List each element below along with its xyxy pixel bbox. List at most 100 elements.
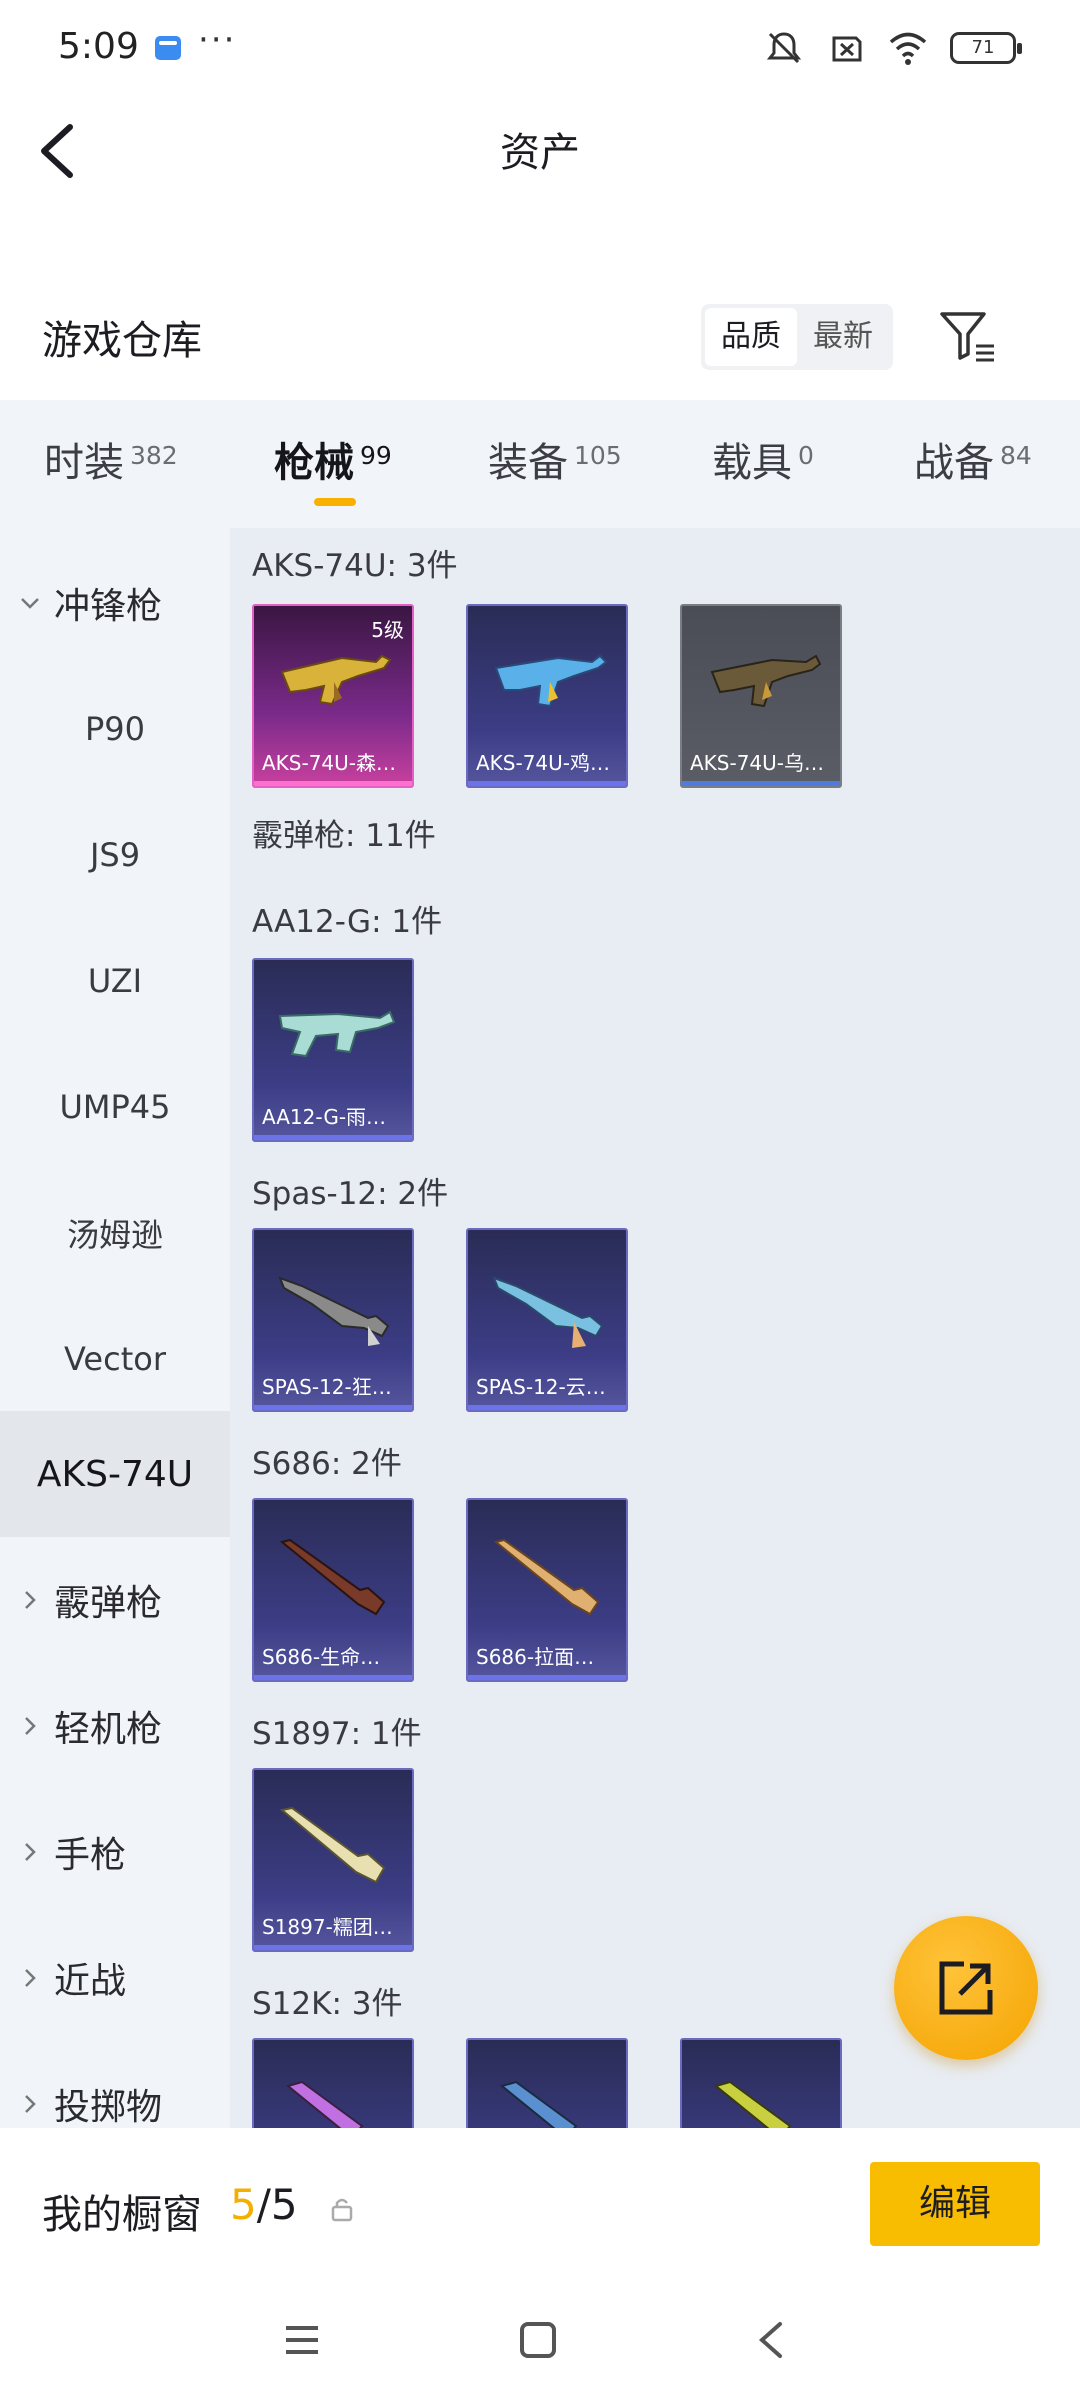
wifi-icon xyxy=(889,32,927,65)
showcase-title: 我的橱窗 xyxy=(42,2192,202,2238)
weapon-card[interactable]: S686-生命… xyxy=(252,1498,414,1682)
weapon-name: S1897-糯团… xyxy=(262,1915,393,1939)
weapon-name: AKS-74U-森… xyxy=(262,751,397,775)
showcase-count: 5/5 xyxy=(230,2180,298,2229)
active-tab-indicator xyxy=(314,498,356,506)
chevron-right-icon xyxy=(25,1717,36,1735)
weapon-card[interactable] xyxy=(252,2038,414,2128)
sidebar-category-melee[interactable]: 近战 xyxy=(0,1915,230,2041)
warehouse-title: 游戏仓库 xyxy=(42,318,202,364)
weapon-name: S686-生命… xyxy=(262,1645,381,1669)
tab-supplies[interactable]: 战备 84 xyxy=(914,430,1032,488)
back-icon[interactable] xyxy=(748,2316,796,2364)
sidebar-item-vector[interactable]: Vector xyxy=(0,1296,230,1422)
weapon-name: SPAS-12-云… xyxy=(476,1375,606,1399)
tab-label: 装备 xyxy=(488,440,568,486)
weapon-icon xyxy=(279,1806,386,1884)
tab-count: 84 xyxy=(1000,441,1032,470)
filter-icon[interactable] xyxy=(938,308,998,364)
share-icon xyxy=(939,1961,993,2015)
category-tabs: 时装 382 枪械 99 装备 105 载具 0 战备 84 xyxy=(0,400,1080,528)
sidebar-item-aks74u[interactable]: AKS-74U xyxy=(0,1411,230,1537)
weapon-card[interactable]: 5级 AKS-74U-森… xyxy=(252,604,414,788)
weapon-icon xyxy=(285,2080,364,2128)
tab-vehicles[interactable]: 载具 0 xyxy=(712,430,814,488)
tab-firearms[interactable]: 枪械 99 xyxy=(274,430,392,488)
weapon-card[interactable] xyxy=(466,2038,628,2128)
section-heading: S1897: 1件 xyxy=(252,1716,422,1752)
chevron-right-icon xyxy=(25,1843,36,1861)
chevron-down-icon xyxy=(21,598,39,609)
weapon-card[interactable]: S686-拉面… xyxy=(466,1498,628,1682)
home-icon[interactable] xyxy=(514,2316,562,2364)
app-notification-icon xyxy=(155,36,181,60)
chevron-right-icon xyxy=(25,1969,36,1987)
tab-equipment[interactable]: 装备 105 xyxy=(488,430,622,488)
sidebar-item-label: 近战 xyxy=(54,1961,127,2002)
weapon-card[interactable] xyxy=(680,2038,842,2128)
weapon-icon xyxy=(278,1010,396,1058)
tab-count: 0 xyxy=(798,441,814,470)
mute-icon xyxy=(766,32,802,64)
system-nav-bar xyxy=(0,2280,1080,2400)
weapon-name: SPAS-12-狂… xyxy=(262,1375,392,1399)
sidebar-item-label: 手枪 xyxy=(54,1835,127,1876)
sidebar-item-label: 冲锋枪 xyxy=(54,586,163,627)
chevron-right-icon xyxy=(25,2095,36,2113)
lock-icon xyxy=(331,2198,353,2222)
sort-by-newest[interactable]: 最新 xyxy=(797,308,889,366)
weapon-card[interactable]: AA12-G-雨… xyxy=(252,958,414,1142)
sidebar-item-p90[interactable]: P90 xyxy=(0,666,230,792)
more-notifications-icon: ··· xyxy=(198,20,237,60)
weapon-name: AKS-74U-乌… xyxy=(690,751,825,775)
sidebar-item-js9[interactable]: JS9 xyxy=(0,792,230,918)
page-title: 资产 xyxy=(500,130,580,176)
tab-label: 时装 xyxy=(44,440,124,486)
sidebar-category-shotgun[interactable]: 霰弹枪 xyxy=(0,1537,230,1663)
sidebar-item-thompson[interactable]: 汤姆逊 xyxy=(0,1170,230,1296)
weapon-card[interactable]: S1897-糯团… xyxy=(252,1768,414,1952)
sidebar-item-ump45[interactable]: UMP45 xyxy=(0,1044,230,1170)
weapon-icon xyxy=(278,1276,390,1346)
tab-fashion[interactable]: 时装 382 xyxy=(44,430,178,488)
tab-count: 99 xyxy=(360,441,392,470)
weapon-card[interactable]: AKS-74U-鸡… xyxy=(466,604,628,788)
weapon-grid: AKS-74U: 3件 5级 AKS-74U-森… AKS-74U-鸡… AKS… xyxy=(230,528,1080,2128)
sim-off-icon xyxy=(832,36,862,62)
tab-count: 105 xyxy=(574,441,622,470)
weapon-name: AA12-G-雨… xyxy=(262,1105,387,1129)
sort-toggle: 品质 最新 xyxy=(701,304,893,370)
weapon-icon xyxy=(492,1276,604,1348)
section-heading: AA12-G: 1件 xyxy=(252,904,443,940)
section-heading: S686: 2件 xyxy=(252,1446,402,1482)
section-heading: 霰弹枪: 11件 xyxy=(252,818,436,854)
section-heading: AKS-74U: 3件 xyxy=(252,548,458,584)
weapon-icon xyxy=(279,1538,386,1616)
weapon-card[interactable]: SPAS-12-狂… xyxy=(252,1228,414,1412)
sort-by-quality[interactable]: 品质 xyxy=(705,308,797,366)
weapon-icon xyxy=(499,2080,578,2128)
share-button[interactable] xyxy=(894,1916,1038,2060)
sidebar-category-smg[interactable]: 冲锋枪 xyxy=(0,540,230,666)
weapon-name: S686-拉面… xyxy=(476,1645,595,1669)
sidebar-item-uzi[interactable]: UZI xyxy=(0,918,230,1044)
section-heading: S12K: 3件 xyxy=(252,1986,403,2022)
weapon-icon xyxy=(710,654,822,708)
weapon-icon xyxy=(494,654,608,708)
sidebar-category-lmg[interactable]: 轻机枪 xyxy=(0,1663,230,1789)
sidebar-item-label: 轻机枪 xyxy=(54,1709,163,1750)
sidebar-item-label: 投掷物 xyxy=(54,2087,163,2128)
sidebar-category-pistol[interactable]: 手枪 xyxy=(0,1789,230,1915)
weapon-icon xyxy=(713,2080,792,2128)
tab-count: 382 xyxy=(130,441,178,470)
menu-icon[interactable] xyxy=(278,2316,326,2364)
tab-label: 载具 xyxy=(712,440,792,486)
sidebar-item-label: 霰弹枪 xyxy=(54,1583,163,1624)
weapon-category-sidebar: 冲锋枪 P90 JS9 UZI UMP45 汤姆逊 Vector AKS-74U… xyxy=(0,528,230,2128)
battery-icon: 71 xyxy=(950,32,1022,64)
edit-showcase-button[interactable]: 编辑 xyxy=(870,2162,1040,2246)
chevron-right-icon xyxy=(25,1591,36,1609)
tab-label: 战备 xyxy=(914,440,994,486)
weapon-card[interactable]: SPAS-12-云… xyxy=(466,1228,628,1412)
weapon-card[interactable]: AKS-74U-乌… xyxy=(680,604,842,788)
